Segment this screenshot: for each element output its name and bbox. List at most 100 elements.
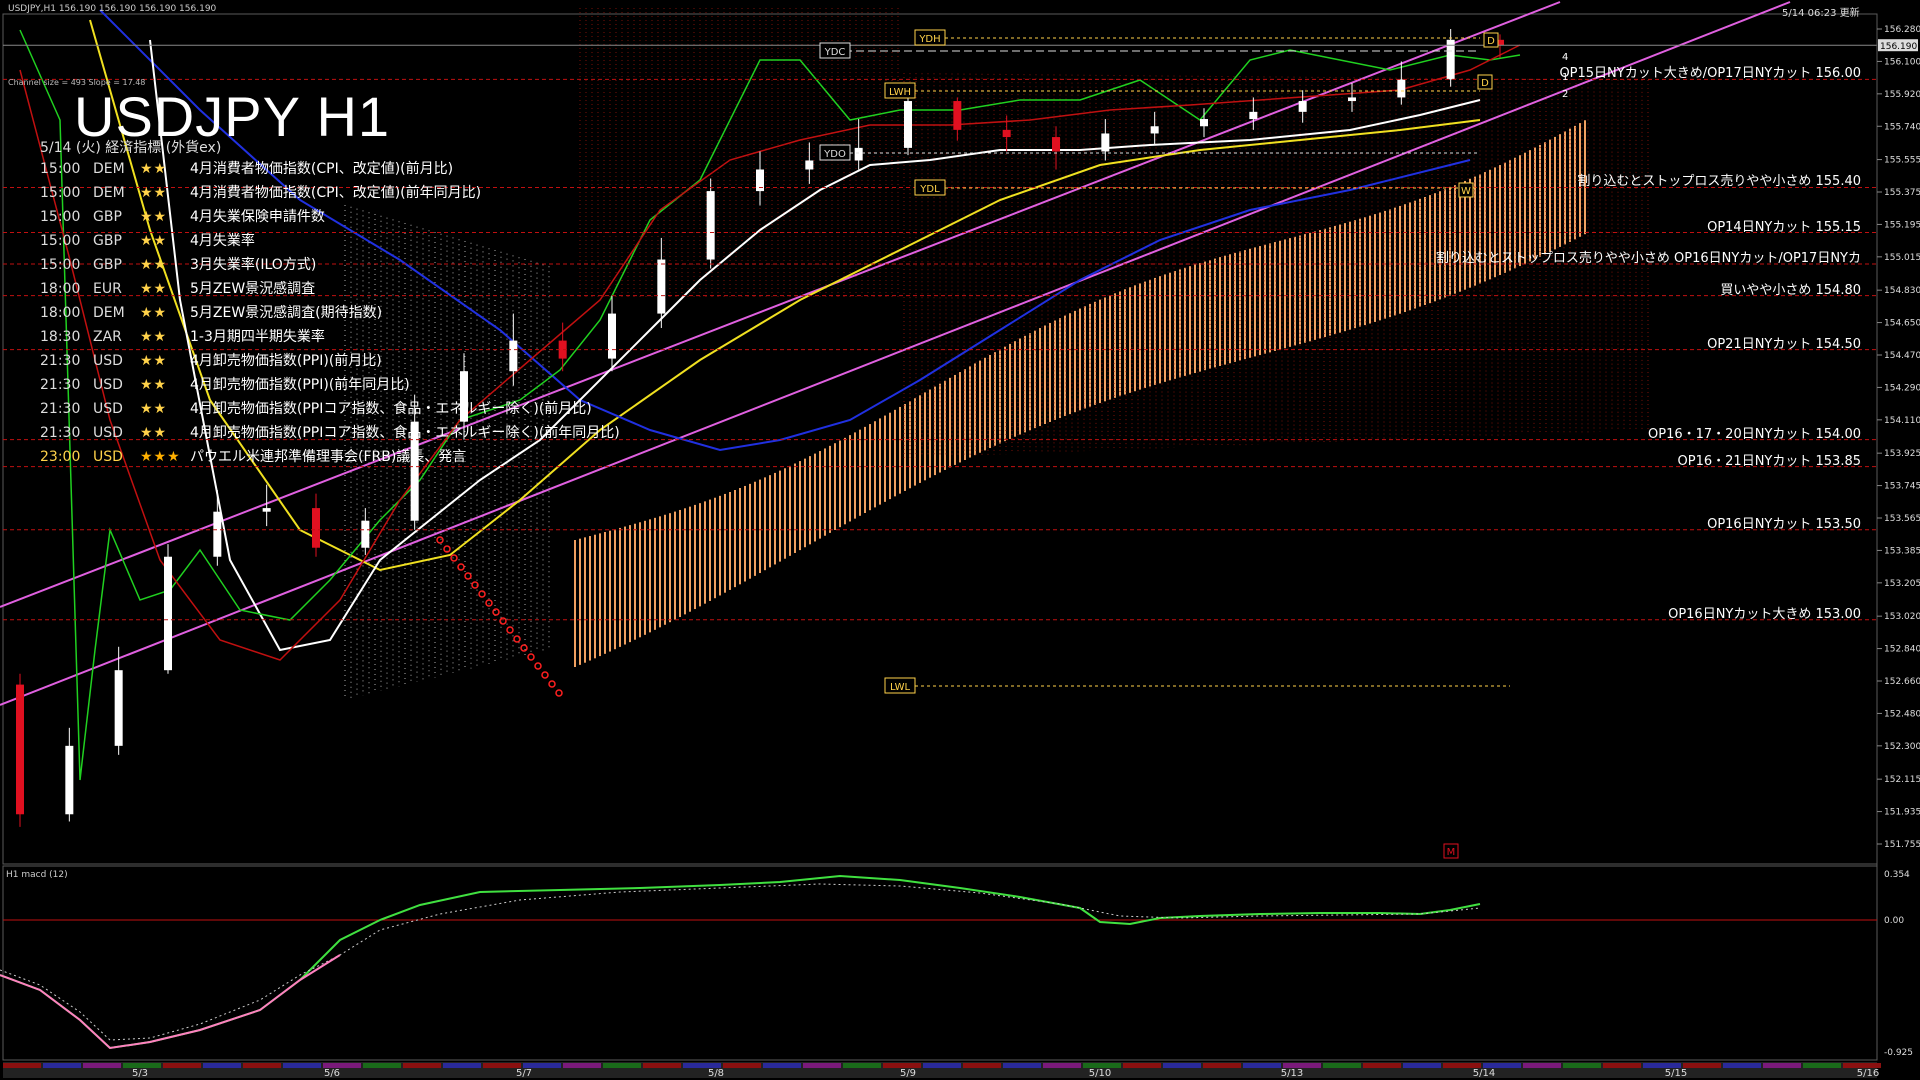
ydh-marker-label: YDH [918, 34, 940, 45]
event-name: 4月卸売物価指数(PPIコア指数、食品・エネルギー除く)(前年同月比) [190, 425, 620, 441]
session-bar [1243, 1063, 1281, 1068]
updated-time: 5/14 06:23 更新 [1782, 8, 1860, 19]
date-tick-label: 5/7 [516, 1068, 532, 1079]
candle-body [904, 101, 912, 148]
event-time: 18:30 [40, 329, 81, 345]
session-bar [43, 1063, 81, 1068]
annotation-label: 買いやや小さめ 154.80 [1720, 282, 1861, 298]
price-tick-label: 153.385 [1884, 546, 1920, 556]
date-tick-label: 5/6 [324, 1068, 340, 1079]
candle-body [509, 340, 518, 372]
event-time: 15:00 [40, 185, 81, 201]
event-time: 18:00 [40, 305, 81, 321]
annotation-label: OP16日NYカット 153.50 [1707, 516, 1861, 532]
price-tick-label: 152.300 [1884, 742, 1920, 752]
event-currency: ZAR [93, 329, 122, 345]
event-importance: ★★ [140, 209, 168, 225]
price-tick-label: 154.470 [1884, 351, 1920, 361]
price-tick-label: 152.115 [1884, 775, 1920, 785]
macd-tick-label: 0.00 [1884, 916, 1904, 926]
session-bar [723, 1063, 761, 1068]
event-name: 5月ZEW景況感調査 [190, 281, 316, 297]
session-bar [1123, 1063, 1161, 1068]
session-bar [1563, 1063, 1601, 1068]
price-tick-label: 156.280 [1884, 25, 1920, 35]
event-importance: ★★ [140, 233, 168, 249]
event-importance: ★★ [140, 329, 168, 345]
event-currency: USD [93, 425, 123, 441]
price-tick-label: 154.110 [1884, 416, 1920, 426]
d-marker-label: D [1481, 78, 1489, 89]
session-bar [1803, 1063, 1841, 1068]
candle-body [361, 520, 370, 548]
event-currency: USD [93, 401, 123, 417]
m-marker-label: M [1447, 847, 1456, 858]
session-bar [1723, 1063, 1761, 1068]
price-tick-label: 156.100 [1884, 57, 1920, 67]
session-bar [1603, 1063, 1641, 1068]
annotation-label: OP16・17・20日NYカット 154.00 [1648, 426, 1861, 442]
date-tick-label: 5/15 [1665, 1068, 1687, 1079]
candle-body [312, 508, 320, 548]
event-name: パウエル米連邦準備理事会(FRB)議長、発言 [190, 449, 467, 465]
candle-body [953, 101, 962, 130]
candle-body [1052, 137, 1060, 152]
event-currency: GBP [93, 209, 122, 225]
macd-tick-label: -0.925 [1884, 1048, 1913, 1058]
event-importance: ★★ [140, 161, 168, 177]
price-tick-label: 155.920 [1884, 90, 1920, 100]
session-bar [203, 1063, 241, 1068]
price-tick-label: 155.740 [1884, 122, 1920, 132]
candle-body [805, 160, 814, 170]
events-subtitle: 5/14 (火) 経済指標 (外貨ex) [40, 140, 222, 156]
event-name: 4月卸売物価指数(PPI)(前月比) [190, 353, 382, 369]
candle-body [1101, 133, 1110, 152]
price-tick-label: 155.375 [1884, 188, 1920, 198]
candle-body [854, 147, 863, 161]
session-bar [83, 1063, 121, 1068]
session-bar [1003, 1063, 1041, 1068]
macd-label: H1 macd (12) [6, 870, 68, 880]
event-name: 4月消費者物価指数(CPI、改定値)(前月比) [190, 161, 454, 177]
candle-body [262, 508, 271, 512]
event-name: 4月失業率 [190, 233, 255, 249]
session-bar [1403, 1063, 1441, 1068]
event-time: 18:00 [40, 281, 81, 297]
event-importance: ★★ [140, 353, 168, 369]
candle-body [657, 259, 666, 314]
annotation-label: OP16・21日NYカット 153.85 [1677, 453, 1861, 469]
session-bar [283, 1063, 321, 1068]
session-bar [1683, 1063, 1721, 1068]
annotation-label: 割り込むとストップロス売りやや小さめ OP16日NYカット/OP17日NYカ [1435, 251, 1861, 267]
event-importance: ★★★ [140, 449, 181, 465]
candle-body [213, 511, 222, 557]
candle-body [1002, 129, 1011, 138]
session-bar [163, 1063, 201, 1068]
session-bar [1363, 1063, 1401, 1068]
session-bar [1323, 1063, 1361, 1068]
event-currency: EUR [93, 281, 122, 297]
annotation-label: OP14日NYカット 155.15 [1707, 219, 1861, 235]
chart-window: YDC YDH LWH YDO YDL LWL D D W M 4 1 2 156.280 156.100… [0, 0, 1920, 1080]
price-tick-label: 153.925 [1884, 449, 1920, 459]
event-name: 4月卸売物価指数(PPIコア指数、食品・エネルギー除く)(前月比) [190, 401, 592, 417]
event-time: 21:30 [40, 353, 81, 369]
num4-label: 4 [1562, 52, 1568, 63]
price-tick-label: 151.935 [1884, 808, 1920, 818]
session-bar [3, 1063, 41, 1068]
event-time: 21:30 [40, 377, 81, 393]
event-time: 15:00 [40, 209, 81, 225]
candle-body [1298, 101, 1307, 112]
annotation-label: OP16日NYカット大きめ 153.00 [1668, 606, 1861, 622]
price-tick-label: 154.650 [1884, 319, 1920, 329]
session-bar [1203, 1063, 1241, 1068]
event-currency: DEM [93, 185, 125, 201]
session-bar [803, 1063, 841, 1068]
event-importance: ★★ [140, 185, 168, 201]
annotation-label: OP15日NYカット大きめ/OP17日NYカット 156.00 [1559, 66, 1861, 82]
event-importance: ★★ [140, 425, 168, 441]
price-tick-label: 152.480 [1884, 709, 1920, 719]
candle-body [1397, 79, 1406, 98]
event-time: 21:30 [40, 401, 81, 417]
price-tick-label: 155.555 [1884, 156, 1920, 166]
